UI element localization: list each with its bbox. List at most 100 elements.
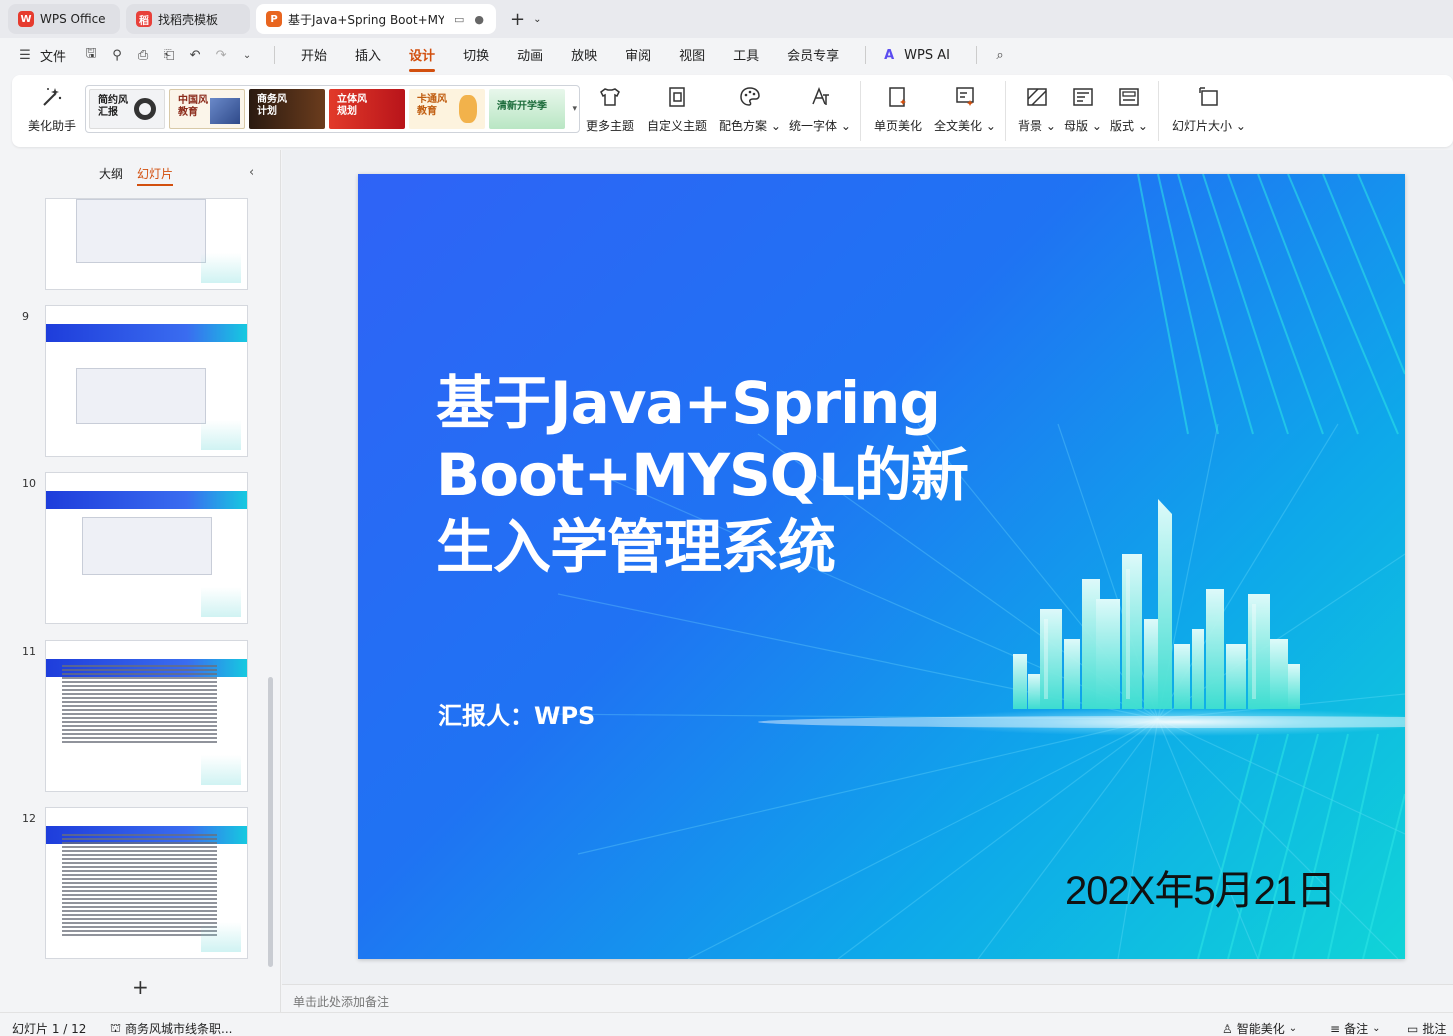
unify-font-button[interactable]: 统一字体 ⌄ (789, 83, 851, 134)
tab-slides[interactable]: 幻灯片 (137, 165, 174, 186)
tab-label: 找稻壳模板 (158, 12, 219, 27)
layout-button[interactable]: 版式 ⌄ (1110, 83, 1148, 134)
tab-transition[interactable]: 切换 (463, 45, 489, 66)
print-icon[interactable]: ⎙ (132, 44, 154, 66)
tab-outline[interactable]: 大纲 (99, 165, 123, 182)
theme-label: 商务风 计划 (257, 94, 287, 117)
palette-icon (736, 83, 764, 111)
format-painter-icon[interactable]: ⚲ (106, 44, 128, 66)
tab-animation[interactable]: 动画 (517, 45, 543, 66)
slide-thumbnail[interactable] (45, 472, 248, 624)
slide-number: 11 (22, 645, 36, 658)
slide-thumbnail[interactable] (45, 807, 248, 959)
divider (865, 46, 867, 64)
divider (1158, 81, 1159, 141)
file-menu-button[interactable]: ☰ 文件 (14, 44, 66, 66)
theme-card-cartoon[interactable]: 卡通风 教育 (409, 89, 485, 129)
theme-deco (459, 95, 477, 123)
add-slide-button[interactable]: + (132, 975, 149, 999)
slide-counter: 幻灯片 1 / 12 (12, 1022, 87, 1036)
slide-title[interactable]: 基于Java+Spring Boot+MYSQL的新生入学管理系统 (436, 367, 996, 583)
tab-view[interactable]: 视图 (679, 45, 705, 66)
btn-label: 母版 ⌄ (1064, 119, 1102, 133)
wps-ai-button[interactable]: A WPS AI (878, 44, 950, 66)
doc-beautify-button[interactable]: 全文美化 ⌄ (934, 83, 996, 134)
btn-label: 版式 ⌄ (1110, 119, 1148, 133)
collapse-panel-icon[interactable]: ‹ (249, 165, 254, 180)
file-menu-label: 文件 (40, 49, 67, 65)
gallery-expand-icon[interactable]: ▾ (572, 104, 577, 114)
menu-bar: ☰ 文件 🖫 ⚲ ⎙ ⎗ ↶ ↷ ⌄ 开始 插入 设计 切换 动画 放映 审阅 … (0, 38, 1453, 72)
tab-current-presentation[interactable]: P 基于Java+Spring Boot+MY ▭ ● (256, 4, 496, 34)
tab-design[interactable]: 设计 (409, 45, 436, 72)
slide-thumbnail[interactable] (45, 640, 248, 792)
background-button[interactable]: 背景 ⌄ (1018, 83, 1056, 134)
magic-wand-icon (38, 83, 66, 111)
tab-insert[interactable]: 插入 (355, 45, 381, 66)
layout-icon (1115, 83, 1143, 111)
smart-beautify-button[interactable]: ♙ 智能美化 ⌄ (1222, 1020, 1297, 1036)
notes-label: 备注 (1344, 1022, 1369, 1036)
panel-scrollbar[interactable] (268, 677, 273, 967)
tab-wps-office[interactable]: W WPS Office (8, 4, 120, 34)
notes-toggle-button[interactable]: ≡ 备注 ⌄ (1330, 1020, 1380, 1036)
slide-thumbnail[interactable] (45, 198, 248, 290)
notes-placeholder: 单击此处添加备注 (293, 995, 390, 1009)
tab-slideshow[interactable]: 放映 (571, 45, 597, 66)
theme-label: 立体风 规划 (337, 94, 367, 117)
chevron-down-icon[interactable]: ⌄ (236, 44, 258, 66)
btn-label: 自定义主题 (647, 119, 708, 133)
theme-icon: ⛫ (110, 1020, 122, 1035)
undo-icon[interactable]: ↶ (184, 44, 206, 66)
chevron-down-icon: ⌄ (1288, 1023, 1298, 1034)
decoration (201, 587, 241, 617)
theme-card-fresh[interactable]: 清新开学季 (489, 89, 565, 129)
notes-pane[interactable]: 单击此处添加备注 (282, 984, 1453, 1012)
theme-deco (134, 98, 156, 120)
background-icon (1023, 83, 1051, 111)
beautify-assistant-button[interactable]: 美化助手 (28, 83, 76, 134)
custom-theme-button[interactable]: 自定义主题 (647, 83, 707, 134)
btn-label: 背景 ⌄ (1018, 119, 1056, 133)
comment-icon: ▭ (1407, 1021, 1419, 1036)
redo-icon[interactable]: ↷ (210, 44, 232, 66)
divider (975, 46, 977, 64)
tab-review[interactable]: 审阅 (625, 45, 651, 66)
slide-reporter[interactable]: 汇报人：WPS (438, 696, 595, 731)
slide-thumbnail[interactable] (45, 305, 248, 457)
page-beautify-button[interactable]: 单页美化 (874, 83, 922, 134)
theme-card-simple[interactable]: 简约风 汇报 (89, 89, 165, 129)
theme-card-3d[interactable]: 立体风 规划 (329, 89, 405, 129)
print-preview-icon[interactable]: ⎗ (158, 44, 180, 66)
tab-docer-templates[interactable]: 稻 找稻壳模板 (126, 4, 250, 34)
font-icon (806, 83, 834, 111)
color-scheme-button[interactable]: 配色方案 ⌄ (719, 83, 781, 134)
slide-number: 12 (22, 812, 36, 825)
theme-label: 中国风 教育 (178, 95, 208, 118)
screenshot-image (76, 199, 206, 263)
more-themes-button[interactable]: 更多主题 (586, 83, 634, 134)
new-tab-button[interactable]: + (510, 9, 525, 30)
master-button[interactable]: 母版 ⌄ (1064, 83, 1102, 134)
btn-label: 更多主题 (586, 119, 635, 133)
tab-home[interactable]: 开始 (301, 45, 327, 66)
chevron-down-icon[interactable]: ⌄ (533, 14, 541, 25)
theme-name-button[interactable]: ⛫ 商务风城市线条职... (110, 1020, 232, 1036)
tab-tools[interactable]: 工具 (733, 45, 759, 66)
search-icon[interactable]: ⌕ (989, 44, 1011, 66)
master-icon (1069, 83, 1097, 111)
tab-member[interactable]: 会员专享 (787, 45, 839, 66)
decoration (201, 922, 241, 952)
monitor-icon[interactable]: ▭ (454, 13, 464, 26)
theme-card-chinese[interactable]: 中国风 教育 (169, 89, 245, 129)
slide-date[interactable]: 202X年5月21日 (1065, 858, 1336, 916)
save-icon[interactable]: 🖫 (80, 44, 102, 66)
theme-card-business[interactable]: 商务风 计划 (249, 89, 325, 129)
slide-size-button[interactable]: 幻灯片大小 ⌄ (1172, 83, 1246, 134)
hamburger-icon: ☰ (19, 47, 31, 63)
btn-label: 幻灯片大小 ⌄ (1172, 119, 1246, 133)
current-slide[interactable]: 基于Java+Spring Boot+MYSQL的新生入学管理系统 汇报人：WP… (358, 174, 1405, 959)
comments-toggle-button[interactable]: ▭ 批注 (1407, 1020, 1446, 1036)
page-beautify-icon (884, 83, 912, 111)
dot-icon[interactable]: ● (474, 13, 484, 26)
